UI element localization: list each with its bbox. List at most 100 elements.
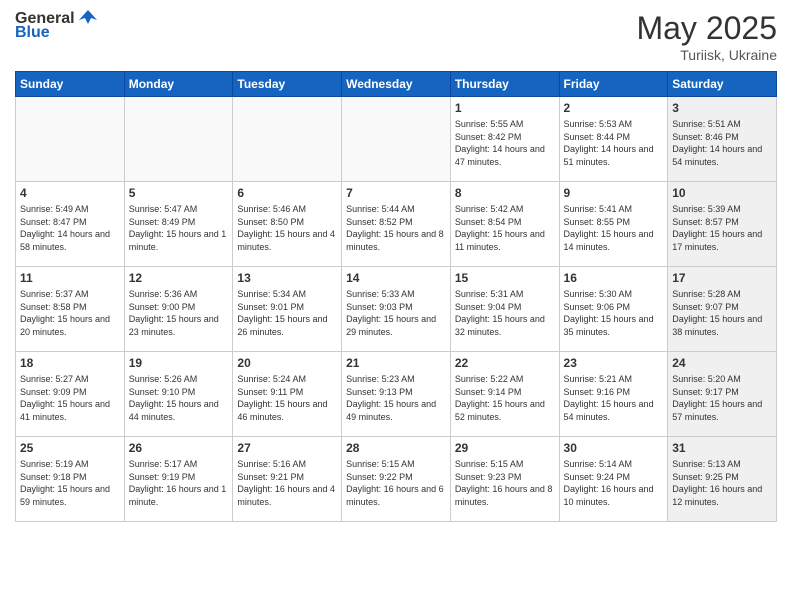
day-number: 21 [346,355,446,371]
day-info: Sunrise: 5:30 AM Sunset: 9:06 PM Dayligh… [564,288,664,338]
calendar-week-row: 4 Sunrise: 5:49 AM Sunset: 8:47 PM Daylig… [16,182,777,267]
month-year: May 2025 [636,10,777,47]
table-row: 14 Sunrise: 5:33 AM Sunset: 9:03 PM Dayli… [342,267,451,352]
logo-blue-text: Blue [15,24,50,42]
day-number: 29 [455,440,555,456]
day-info: Sunrise: 5:39 AM Sunset: 8:57 PM Dayligh… [672,203,772,253]
day-number: 3 [672,100,772,116]
day-info: Sunrise: 5:41 AM Sunset: 8:55 PM Dayligh… [564,203,664,253]
day-info: Sunrise: 5:55 AM Sunset: 8:42 PM Dayligh… [455,118,555,168]
day-number: 16 [564,270,664,286]
day-number: 30 [564,440,664,456]
day-info: Sunrise: 5:19 AM Sunset: 9:18 PM Dayligh… [20,458,120,508]
day-number: 6 [237,185,337,201]
day-number: 24 [672,355,772,371]
day-info: Sunrise: 5:14 AM Sunset: 9:24 PM Dayligh… [564,458,664,508]
day-number: 14 [346,270,446,286]
day-number: 22 [455,355,555,371]
col-sunday: Sunday [16,72,125,97]
table-row: 23 Sunrise: 5:21 AM Sunset: 9:16 PM Dayli… [559,352,668,437]
col-wednesday: Wednesday [342,72,451,97]
table-row [16,97,125,182]
day-number: 13 [237,270,337,286]
day-number: 27 [237,440,337,456]
day-number: 28 [346,440,446,456]
table-row: 20Sunrise: 5:24 AM Sunset: 9:11 PM Dayli… [233,352,342,437]
day-info: Sunrise: 5:28 AM Sunset: 9:07 PM Dayligh… [672,288,772,338]
col-monday: Monday [124,72,233,97]
day-info: Sunrise: 5:36 AM Sunset: 9:00 PM Dayligh… [129,288,229,338]
day-number: 2 [564,100,664,116]
day-info: Sunrise: 5:21 AM Sunset: 9:16 PM Dayligh… [564,373,664,423]
table-row: 18 Sunrise: 5:27 AM Sunset: 9:09 PM Dayli… [16,352,125,437]
calendar-week-row: 11 Sunrise: 5:37 AM Sunset: 8:58 PM Dayli… [16,267,777,352]
calendar-week-row: 25 Sunrise: 5:19 AM Sunset: 9:18 PM Dayli… [16,437,777,522]
table-row: 29 Sunrise: 5:15 AM Sunset: 9:23 PM Dayli… [450,437,559,522]
day-info: Sunrise: 5:49 AM Sunset: 8:47 PM Dayligh… [20,203,120,253]
day-number: 4 [20,185,120,201]
table-row: 16 Sunrise: 5:30 AM Sunset: 9:06 PM Dayli… [559,267,668,352]
table-row: 8 Sunrise: 5:42 AM Sunset: 8:54 PM Daylig… [450,182,559,267]
day-info: Sunrise: 5:23 AM Sunset: 9:13 PM Dayligh… [346,373,446,423]
table-row: 26 Sunrise: 5:17 AM Sunset: 9:19 PM Dayli… [124,437,233,522]
table-row: 5 Sunrise: 5:47 AM Sunset: 8:49 PM Daylig… [124,182,233,267]
table-row: 3 Sunrise: 5:51 AM Sunset: 8:46 PM Daylig… [668,97,777,182]
day-number: 17 [672,270,772,286]
table-row: 15Sunrise: 5:31 AM Sunset: 9:04 PM Dayli… [450,267,559,352]
calendar-header-row: Sunday Monday Tuesday Wednesday Thursday… [16,72,777,97]
table-row: 27Sunrise: 5:16 AM Sunset: 9:21 PM Dayli… [233,437,342,522]
table-row: 1Sunrise: 5:55 AM Sunset: 8:42 PM Daylig… [450,97,559,182]
day-number: 18 [20,355,120,371]
header: General Blue May 2025 Turiisk, Ukraine [15,10,777,63]
table-row: 22 Sunrise: 5:22 AM Sunset: 9:14 PM Dayli… [450,352,559,437]
day-number: 25 [20,440,120,456]
table-row: 21 Sunrise: 5:23 AM Sunset: 9:13 PM Dayli… [342,352,451,437]
day-info: Sunrise: 5:51 AM Sunset: 8:46 PM Dayligh… [672,118,772,168]
location: Turiisk, Ukraine [636,47,777,63]
table-row: 10 Sunrise: 5:39 AM Sunset: 8:57 PM Dayli… [668,182,777,267]
day-info: Sunrise: 5:42 AM Sunset: 8:54 PM Dayligh… [455,203,555,253]
table-row: 13Sunrise: 5:34 AM Sunset: 9:01 PM Dayli… [233,267,342,352]
day-info: Sunrise: 5:13 AM Sunset: 9:25 PM Dayligh… [672,458,772,508]
table-row: 2Sunrise: 5:53 AM Sunset: 8:44 PM Daylig… [559,97,668,182]
calendar-table: Sunday Monday Tuesday Wednesday Thursday… [15,71,777,522]
day-number: 20 [237,355,337,371]
day-info: Sunrise: 5:17 AM Sunset: 9:19 PM Dayligh… [129,458,229,508]
table-row: 25 Sunrise: 5:19 AM Sunset: 9:18 PM Dayli… [16,437,125,522]
col-thursday: Thursday [450,72,559,97]
day-info: Sunrise: 5:20 AM Sunset: 9:17 PM Dayligh… [672,373,772,423]
day-number: 10 [672,185,772,201]
table-row: 7 Sunrise: 5:44 AM Sunset: 8:52 PM Daylig… [342,182,451,267]
day-number: 12 [129,270,229,286]
day-info: Sunrise: 5:44 AM Sunset: 8:52 PM Dayligh… [346,203,446,253]
day-number: 15 [455,270,555,286]
day-number: 11 [20,270,120,286]
day-info: Sunrise: 5:37 AM Sunset: 8:58 PM Dayligh… [20,288,120,338]
day-info: Sunrise: 5:46 AM Sunset: 8:50 PM Dayligh… [237,203,337,253]
table-row: 6 Sunrise: 5:46 AM Sunset: 8:50 PM Daylig… [233,182,342,267]
day-info: Sunrise: 5:15 AM Sunset: 9:23 PM Dayligh… [455,458,555,508]
logo: General Blue [15,10,99,42]
col-saturday: Saturday [668,72,777,97]
table-row: 11 Sunrise: 5:37 AM Sunset: 8:58 PM Dayli… [16,267,125,352]
day-info: Sunrise: 5:15 AM Sunset: 9:22 PM Dayligh… [346,458,446,508]
day-number: 26 [129,440,229,456]
day-number: 7 [346,185,446,201]
table-row [233,97,342,182]
day-info: Sunrise: 5:33 AM Sunset: 9:03 PM Dayligh… [346,288,446,338]
day-info: Sunrise: 5:47 AM Sunset: 8:49 PM Dayligh… [129,203,229,253]
calendar-week-row: 18 Sunrise: 5:27 AM Sunset: 9:09 PM Dayli… [16,352,777,437]
table-row: 17 Sunrise: 5:28 AM Sunset: 9:07 PM Dayli… [668,267,777,352]
calendar-week-row: 1Sunrise: 5:55 AM Sunset: 8:42 PM Daylig… [16,97,777,182]
day-info: Sunrise: 5:26 AM Sunset: 9:10 PM Dayligh… [129,373,229,423]
day-number: 8 [455,185,555,201]
col-tuesday: Tuesday [233,72,342,97]
day-info: Sunrise: 5:22 AM Sunset: 9:14 PM Dayligh… [455,373,555,423]
table-row: 24 Sunrise: 5:20 AM Sunset: 9:17 PM Dayli… [668,352,777,437]
day-info: Sunrise: 5:27 AM Sunset: 9:09 PM Dayligh… [20,373,120,423]
day-number: 5 [129,185,229,201]
table-row [124,97,233,182]
day-number: 31 [672,440,772,456]
day-number: 23 [564,355,664,371]
table-row: 19Sunrise: 5:26 AM Sunset: 9:10 PM Dayli… [124,352,233,437]
